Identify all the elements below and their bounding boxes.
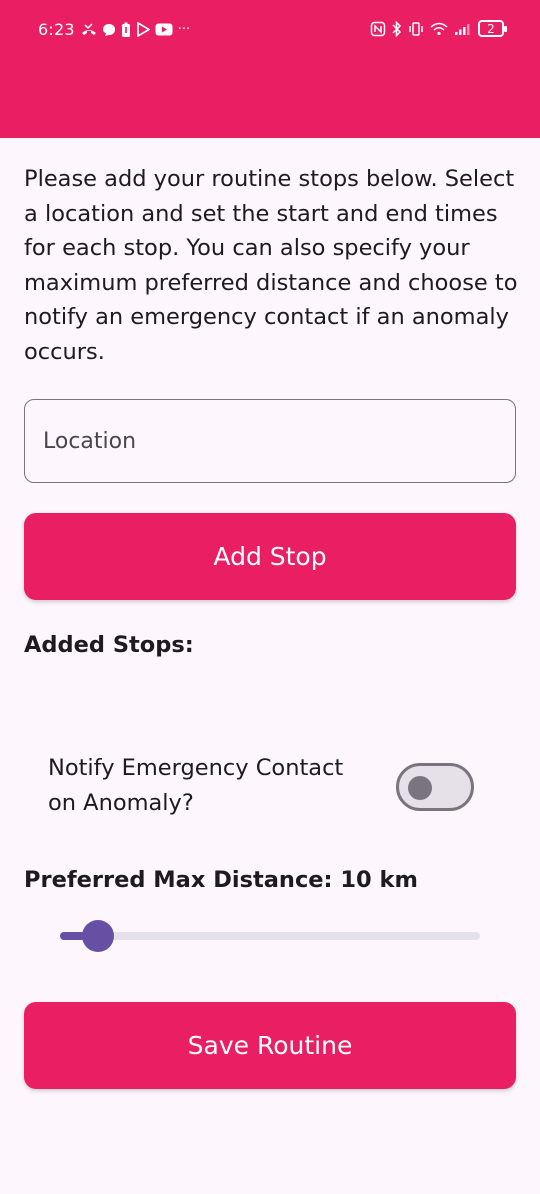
notify-emergency-switch[interactable]	[396, 763, 474, 811]
battery-level: 2	[487, 21, 495, 36]
status-bar: 6:23 ··· 2	[0, 0, 540, 62]
status-bar-left: 6:23 ···	[38, 20, 190, 39]
wifi-icon	[430, 22, 448, 35]
battery-icon: 2	[478, 20, 507, 37]
max-distance-slider[interactable]	[60, 920, 480, 952]
notify-emergency-label: Notify Emergency Contact on Anomaly?	[48, 755, 344, 816]
status-time: 6:23	[38, 20, 75, 39]
youtube-icon	[155, 23, 173, 36]
instructions-text: Please add your routine stops below. Sel…	[24, 166, 518, 365]
vibrate-icon	[409, 21, 423, 36]
signal-icon	[455, 23, 470, 35]
more-dots-icon: ···	[177, 22, 191, 37]
notification-icons: ···	[81, 22, 190, 38]
bluetooth-icon	[392, 20, 402, 37]
slider-thumb[interactable]	[81, 920, 114, 952]
status-bar-right: 2	[370, 20, 507, 37]
location-input[interactable]	[25, 400, 515, 482]
nfc-icon	[370, 21, 386, 36]
slider-track	[60, 932, 480, 940]
switch-thumb	[408, 776, 432, 800]
location-field[interactable]	[24, 399, 516, 483]
max-distance-label: Preferred Max Distance: 10 km	[24, 867, 418, 893]
save-routine-button[interactable]: Save Routine	[24, 1002, 516, 1089]
add-stop-button[interactable]: Add Stop	[24, 513, 516, 600]
top-app-bar: 6:23 ··· 2	[0, 0, 540, 138]
added-stops-label: Added Stops:	[24, 632, 194, 658]
chat-icon	[102, 23, 115, 36]
battery-saver-icon	[121, 22, 130, 37]
missed-call-icon	[81, 22, 96, 35]
play-store-icon	[136, 22, 150, 37]
